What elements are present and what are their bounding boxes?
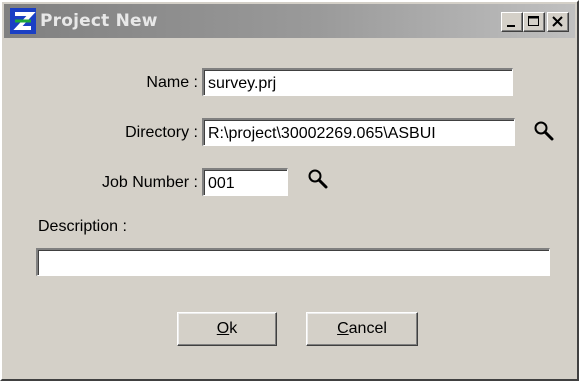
magnifier-icon [534, 121, 554, 141]
minimize-button[interactable] [501, 12, 523, 32]
cancel-button-label: ancel [348, 320, 387, 337]
directory-field[interactable] [202, 118, 515, 146]
description-field[interactable] [36, 248, 550, 276]
maximize-button[interactable] [523, 12, 545, 32]
description-label: Description : [38, 218, 127, 235]
magnifier-icon [308, 169, 328, 189]
minimize-icon [507, 25, 515, 27]
ok-button-accel: O [216, 320, 230, 337]
job-number-field[interactable] [202, 168, 288, 196]
title-bar[interactable]: Project New [4, 4, 575, 38]
close-icon [552, 16, 563, 27]
name-field[interactable] [202, 68, 513, 96]
directory-label: Directory : [125, 124, 198, 141]
maximize-icon [528, 16, 539, 26]
project-new-dialog: Project New Name : Directory : Job [0, 0, 579, 381]
job-number-label: Job Number : [101, 174, 198, 191]
ok-button-label: k [229, 320, 238, 337]
close-button[interactable] [547, 12, 569, 32]
app-logo-icon [10, 8, 36, 34]
window-title: Project New [40, 11, 158, 31]
directory-browse-button[interactable] [533, 120, 555, 142]
cancel-button-accel: C [337, 320, 349, 337]
name-label: Name : [146, 74, 198, 91]
job-number-browse-button[interactable] [307, 168, 329, 190]
ok-button[interactable]: Ok [177, 312, 277, 346]
cancel-button[interactable]: Cancel [306, 312, 418, 346]
